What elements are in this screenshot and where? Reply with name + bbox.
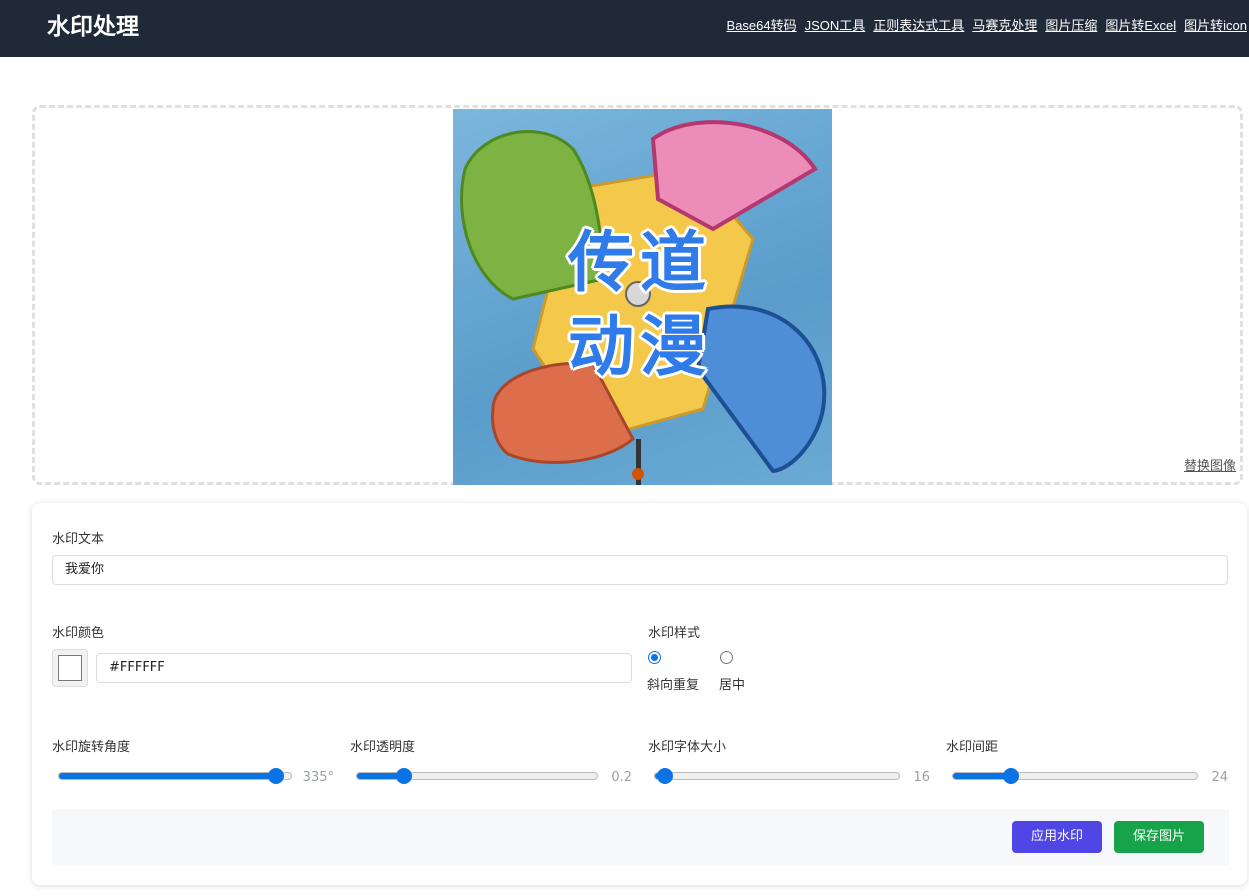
apply-watermark-button[interactable]: 应用水印 <box>1012 821 1102 853</box>
watermark-text-label: 水印文本 <box>52 532 105 547</box>
image-drop-zone[interactable]: 传道动漫 替换图像 <box>32 105 1243 485</box>
font-size-value: 16 <box>913 770 930 785</box>
spacing-slider[interactable] <box>952 772 1198 780</box>
spacing-slider-thumb[interactable] <box>1003 768 1020 784</box>
save-image-button[interactable]: 保存图片 <box>1114 821 1204 853</box>
spacing-label: 水印间距 <box>946 740 999 755</box>
rotation-slider[interactable] <box>58 772 292 780</box>
watermark-overlay-text: 传道动漫 <box>568 224 712 385</box>
nav-links: Base64转码 JSON工具 正则表达式工具 马赛克处理 图片压缩 图片转Ex… <box>727 17 1247 35</box>
watermark-style-label: 水印样式 <box>648 626 701 641</box>
style-radio-diagonal[interactable] <box>648 651 661 664</box>
rotation-slider-thumb[interactable] <box>267 768 284 784</box>
nav-link-compress[interactable]: 图片压缩 <box>1045 17 1097 35</box>
font-size-slider-thumb[interactable] <box>657 768 674 784</box>
font-size-label: 水印字体大小 <box>648 740 727 755</box>
spacing-value: 24 <box>1211 770 1228 785</box>
nav-link-mosaic[interactable]: 马赛克处理 <box>972 17 1037 35</box>
nav-link-json[interactable]: JSON工具 <box>805 17 866 35</box>
top-navigation-bar: 水印处理 Base64转码 JSON工具 正则表达式工具 马赛克处理 图片压缩 … <box>0 0 1249 57</box>
style-radio-center[interactable] <box>720 651 733 664</box>
opacity-value: 0.2 <box>611 770 632 785</box>
style-option-diagonal-label: 斜向重复 <box>647 678 700 693</box>
watermark-text-input[interactable]: 我爱你 <box>52 555 1228 585</box>
nav-link-image-to-excel[interactable]: 图片转Excel <box>1105 17 1176 35</box>
nav-link-base64[interactable]: Base64转码 <box>727 17 797 35</box>
app-title: 水印处理 <box>47 14 139 40</box>
opacity-slider-thumb[interactable] <box>396 768 413 784</box>
color-picker-swatch[interactable] <box>52 649 88 687</box>
font-size-slider[interactable] <box>654 772 900 780</box>
rotation-value: 335° <box>302 770 334 785</box>
color-swatch-fill <box>58 655 82 681</box>
settings-panel: 水印文本 我爱你 水印颜色 #FFFFFF 水印样式 斜向重复 居中 水印旋转角… <box>32 503 1247 885</box>
opacity-slider[interactable] <box>356 772 598 780</box>
nav-link-regex[interactable]: 正则表达式工具 <box>873 17 964 35</box>
image-preview: 传道动漫 <box>453 109 832 485</box>
action-bar: 应用水印 保存图片 <box>52 809 1229 865</box>
nav-link-image-to-icon[interactable]: 图片转icon <box>1184 17 1247 35</box>
replace-image-link[interactable]: 替换图像 <box>1184 455 1236 474</box>
opacity-label: 水印透明度 <box>350 740 416 755</box>
rotation-label: 水印旋转角度 <box>52 740 131 755</box>
color-hex-input[interactable]: #FFFFFF <box>96 653 632 683</box>
style-option-center-label: 居中 <box>719 678 746 693</box>
watermark-color-label: 水印颜色 <box>52 626 105 641</box>
